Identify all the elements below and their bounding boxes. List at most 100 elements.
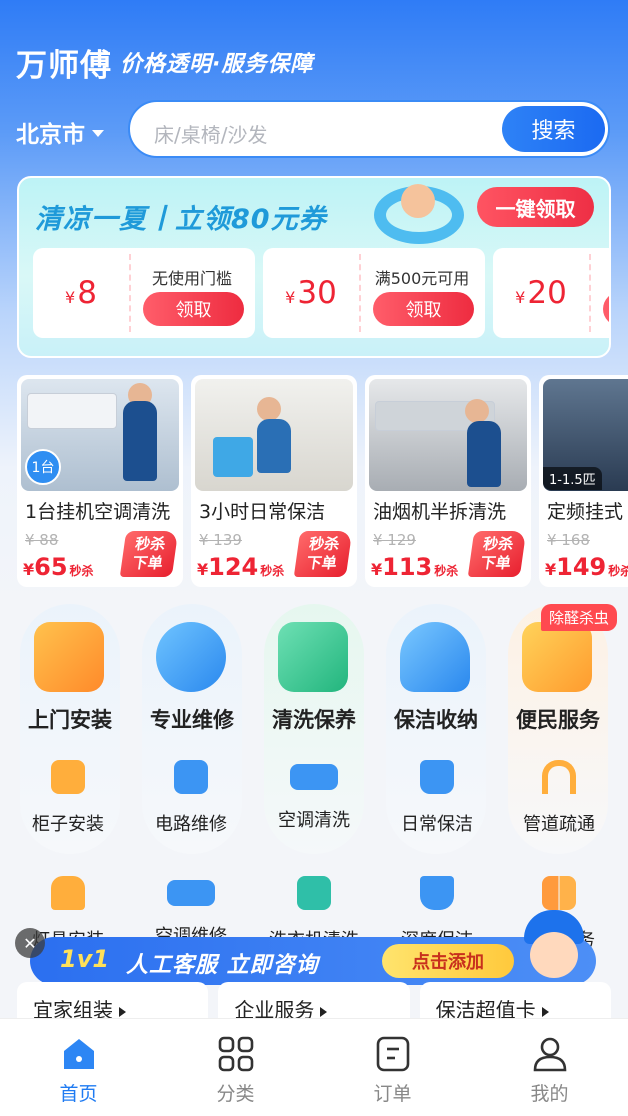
home-icon [63, 1039, 94, 1069]
coupon-condition: 无使用门槛 [151, 269, 232, 288]
claim-coupon-button[interactable]: 领取 [143, 292, 244, 326]
battery-bolt-icon [174, 760, 208, 794]
tab-label: 分类 [216, 1083, 255, 1105]
promo-tag: 除醛杀虫 [541, 604, 618, 631]
tab-profile[interactable]: 我的 [471, 1019, 628, 1116]
caret-down-icon [92, 129, 104, 137]
coupon-card: ¥20 满 领取 [493, 248, 609, 338]
arrow-right-icon [119, 1006, 126, 1017]
coupon-amount: 30 [297, 275, 337, 311]
coupon-card: ¥8 无使用门槛 领取 [33, 248, 255, 338]
washer-wrench-icon [156, 622, 226, 692]
claim-all-button[interactable]: 一键领取 [477, 187, 594, 227]
search-input[interactable]: 床/桌椅/沙发 [154, 119, 267, 148]
bucket-icon [420, 760, 454, 794]
deal-badge: 1台 [25, 449, 61, 485]
flash-deals-carousel[interactable]: 1台 1台挂机空调清洗 ¥ 88 ¥65 秒杀 秒杀 下单 3小时日常保洁 ¥ 13… [17, 375, 628, 587]
coupon-amount: 20 [527, 275, 567, 311]
bucket-mop-icon [400, 622, 470, 692]
deal-name: 油烟机半拆清洗 [373, 501, 507, 523]
washer-icon [297, 876, 331, 910]
tab-orders[interactable]: 订单 [314, 1019, 471, 1116]
service-ac-cleaning[interactable]: 空调清洗 [264, 760, 364, 832]
service-cabinet-install[interactable]: 柜子安装 [18, 760, 118, 836]
coupon-panel: 清凉一夏丨立领80元券 一键领取 ¥8 无使用门槛 领取 ¥30 满500元可用… [17, 176, 611, 358]
brand-logo: 万师傅 [16, 48, 112, 84]
kid-illustration [401, 184, 435, 218]
category-label: 清洗保养 [272, 708, 356, 732]
lamp-icon [51, 876, 85, 910]
coupon-panel-title: 清凉一夏丨立领80元券 [35, 204, 327, 235]
city-selector[interactable]: 北京市 [16, 115, 104, 149]
deal-old-price: ¥ 139 [199, 531, 242, 549]
order-icon [376, 1036, 409, 1072]
grid-icon [218, 1036, 253, 1072]
support-banner-lead: 1v1 [60, 945, 110, 973]
grid-icon [542, 876, 576, 910]
cabinet-icon [51, 760, 85, 794]
coupon-currency: ¥ [285, 287, 296, 307]
support-banner[interactable]: 1v1 人工客服 立即咨询 点击添加 [30, 937, 596, 985]
service-circuit-repair[interactable]: 电路维修 [141, 760, 241, 836]
close-icon[interactable]: ✕ [15, 928, 45, 958]
tab-label: 我的 [530, 1083, 569, 1105]
category-label: 专业维修 [150, 708, 234, 732]
coupon-condition: 满500元可用 [374, 269, 470, 288]
deal-price: ¥113 秒杀 [371, 553, 459, 581]
city-label: 北京市 [16, 122, 85, 148]
category-label: 便民服务 [516, 708, 600, 732]
flash-order-button[interactable]: 秒杀 下单 [467, 531, 527, 577]
brand-slogan: 价格透明·服务保障 [120, 52, 314, 77]
coupon-currency: ¥ [65, 287, 76, 307]
deal-name: 3小时日常保洁 [199, 501, 326, 523]
service-label: 空调清洗 [278, 810, 350, 831]
flash-order-button[interactable]: 秒杀 下单 [119, 531, 179, 577]
claim-coupon-button[interactable]: 领取 [603, 292, 609, 326]
deal-old-price: ¥ 168 [547, 531, 590, 549]
deal-price: ¥65 秒杀 [23, 553, 94, 581]
user-icon [533, 1037, 566, 1072]
deal-card[interactable]: 3小时日常保洁 ¥ 139 ¥124 秒杀 秒杀 下单 [191, 375, 357, 587]
deal-photo [369, 379, 527, 491]
deal-price: ¥124 秒杀 [197, 553, 285, 581]
coupon-amount: 8 [77, 275, 97, 311]
flash-order-button[interactable]: 秒杀 下单 [293, 531, 353, 577]
deal-badge: 1-1.5匹 [543, 467, 602, 490]
search-bar[interactable]: 床/桌椅/沙发 搜索 [128, 100, 610, 158]
ac-repair-icon [167, 880, 215, 906]
add-support-button[interactable]: 点击添加 [382, 944, 514, 978]
tab-category[interactable]: 分类 [157, 1019, 314, 1116]
claim-coupon-button[interactable]: 领取 [373, 292, 474, 326]
arrow-right-icon [541, 1006, 549, 1017]
service-pipe-dredging[interactable]: 管道疏通 [509, 760, 609, 836]
drawer-drill-icon [34, 622, 104, 692]
category-label: 上门安装 [28, 708, 112, 732]
deal-card[interactable]: 1台 1台挂机空调清洗 ¥ 88 ¥65 秒杀 秒杀 下单 [17, 375, 183, 587]
coupon-currency: ¥ [515, 287, 526, 307]
ac-unit-icon [278, 622, 348, 692]
pipe-icon [542, 760, 576, 794]
tab-home[interactable]: 首页 [0, 1019, 157, 1116]
pot-icon [420, 876, 454, 910]
service-label: 管道疏通 [523, 814, 595, 835]
service-label: 日常保洁 [401, 814, 473, 835]
category-label: 保洁收纳 [394, 708, 478, 732]
deal-card[interactable]: 油烟机半拆清洗 ¥ 129 ¥113 秒杀 秒杀 下单 [365, 375, 531, 587]
ac-clean-icon [290, 764, 338, 790]
deal-old-price: ¥ 88 [25, 531, 59, 549]
deal-price: ¥149 秒杀 [545, 553, 628, 581]
bottom-tab-bar: 首页 分类 订单 我的 [0, 1018, 628, 1116]
coupon-condition: 满 [589, 265, 609, 289]
deal-photo [195, 379, 353, 491]
deal-name: 1台挂机空调清洗 [25, 501, 171, 523]
service-daily-cleaning[interactable]: 日常保洁 [387, 760, 487, 836]
deal-card[interactable]: 1-1.5匹 定频挂式 ¥ 168 ¥149 秒杀 [539, 375, 628, 587]
arrow-right-icon [320, 1006, 328, 1017]
tab-label: 首页 [59, 1083, 98, 1105]
deal-name: 定频挂式 [547, 501, 624, 523]
search-button[interactable]: 搜索 [502, 106, 605, 152]
support-banner-text: 人工客服 立即咨询 [126, 953, 319, 978]
service-label: 电路维修 [155, 814, 227, 835]
toolbox-icon [522, 622, 592, 692]
tab-label: 订单 [373, 1083, 412, 1105]
